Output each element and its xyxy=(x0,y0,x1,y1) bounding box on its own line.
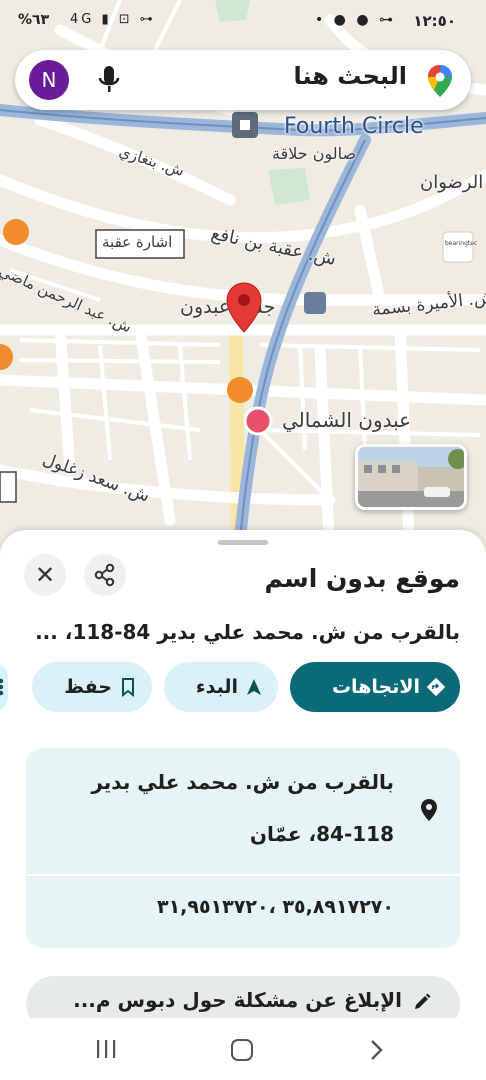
more-actions-button[interactable] xyxy=(0,662,8,712)
directions-icon xyxy=(426,677,446,697)
search-input[interactable]: البحث هنا xyxy=(293,62,407,90)
place-sheet[interactable]: ✕ موقع بدون اسم بالقرب من ش. محمد علي بد… xyxy=(0,530,486,1080)
avatar[interactable]: N xyxy=(29,60,69,100)
share-button[interactable] xyxy=(84,554,126,596)
map-label-abdoun-north[interactable]: عبدون الشمالي xyxy=(282,408,411,432)
place-title: موقع بدون اسم xyxy=(264,564,460,593)
status-time: ١٢:٥٠ xyxy=(413,12,456,30)
bookmark-icon xyxy=(122,678,134,697)
save-label: حفظ xyxy=(64,676,112,698)
place-subtitle: بالقرب من ش. محمد علي بدير 84-118، ... xyxy=(35,620,460,644)
location-pin-icon xyxy=(421,799,437,821)
start-button[interactable]: البدء xyxy=(164,662,278,712)
report-issue-label: الإبلاغ عن مشكلة حول دبوس م... xyxy=(73,988,402,1012)
street-view-image xyxy=(358,447,464,507)
share-icon xyxy=(94,563,115,587)
address-line-2[interactable]: 84-118، عمّان xyxy=(250,822,394,846)
system-nav-bar xyxy=(0,1018,486,1080)
battery-level: %٦٣ xyxy=(18,12,50,28)
coordinates-text[interactable]: ٣٥,٨٩١٧٢٧٠ ،٣١,٩٥١٣٧٢٠ xyxy=(157,896,394,918)
map-view[interactable]: Fourth Circle صالون حلاقة ش. بنغازي الرض… xyxy=(0,0,486,560)
map-label-fourth-circle[interactable]: Fourth Circle xyxy=(284,114,424,139)
pencil-icon xyxy=(415,993,431,1009)
directions-button[interactable]: الاتجاهات xyxy=(290,662,460,712)
notification-icons: • ● ● ⊶ xyxy=(314,12,396,28)
navigation-arrow-icon xyxy=(247,679,261,695)
address-line-1[interactable]: بالقرب من ش. محمد علي بدير xyxy=(91,770,394,794)
map-label-traffic-light[interactable]: اشارة عقبة xyxy=(102,233,172,251)
recent-apps-icon[interactable] xyxy=(94,1038,118,1060)
save-button[interactable]: حفظ xyxy=(32,662,152,712)
google-maps-logo-icon xyxy=(428,65,452,97)
search-bar[interactable]: N البحث هنا xyxy=(15,50,471,110)
dropped-pin-icon[interactable] xyxy=(226,282,262,334)
microphone-icon[interactable] xyxy=(97,64,121,96)
home-icon[interactable] xyxy=(231,1039,253,1061)
map-label-al-radwan: الرضوان xyxy=(420,172,484,193)
map-label-salon[interactable]: صالون حلاقة xyxy=(272,144,356,163)
map-label-bearingtec: bearingtec xyxy=(445,240,478,247)
close-icon: ✕ xyxy=(34,561,56,589)
card-divider xyxy=(26,874,460,876)
start-label: البدء xyxy=(195,676,238,698)
close-button[interactable]: ✕ xyxy=(24,554,66,596)
street-view-thumbnail[interactable] xyxy=(355,444,467,510)
sheet-drag-handle[interactable] xyxy=(218,540,268,545)
signal-icons: 4G ▮ ⊡ ⊶ xyxy=(70,12,156,27)
status-bar: ١٢:٥٠ • ● ● ⊶ %٦٣ 4G ▮ ⊡ ⊶ xyxy=(0,0,486,44)
more-icon xyxy=(0,678,4,696)
back-icon[interactable] xyxy=(366,1038,386,1062)
address-card[interactable]: بالقرب من ش. محمد علي بدير 84-118، عمّان… xyxy=(26,748,460,948)
directions-label: الاتجاهات xyxy=(331,676,420,698)
